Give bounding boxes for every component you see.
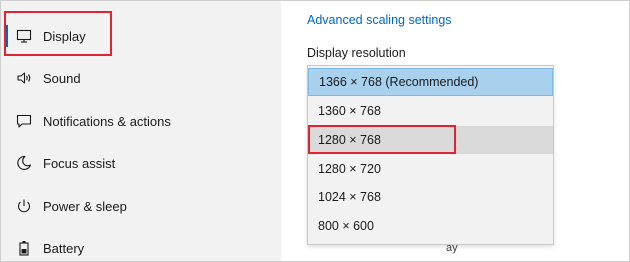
sidebar-item-notifications[interactable]: Notifications & actions <box>1 100 281 142</box>
resolution-option[interactable]: 1024 × 768 <box>308 183 553 211</box>
resolution-option[interactable]: 1280 × 720 <box>308 155 553 183</box>
sidebar-item-sound[interactable]: Sound <box>1 57 281 99</box>
advanced-scaling-link[interactable]: Advanced scaling settings <box>307 13 452 27</box>
sidebar-item-label: Notifications & actions <box>43 113 171 129</box>
display-resolution-label: Display resolution <box>307 46 406 60</box>
moon-icon <box>15 154 33 172</box>
sidebar-item-label: Power & sleep <box>43 198 127 214</box>
power-icon <box>15 197 33 215</box>
sidebar-item-focus-assist[interactable]: Focus assist <box>1 142 281 184</box>
sidebar-item-battery[interactable]: Battery <box>1 227 281 261</box>
battery-icon <box>15 239 33 257</box>
message-icon <box>15 112 33 130</box>
speaker-icon <box>15 69 33 87</box>
resolution-option[interactable]: 1360 × 768 <box>308 97 553 125</box>
sidebar-item-label: Sound <box>43 70 81 86</box>
resolution-option[interactable]: 1366 × 768 (Recommended) <box>308 68 553 96</box>
annotation-highlight-display <box>4 11 112 56</box>
sidebar: Display Sound Notifications & actions Fo… <box>1 1 281 261</box>
sidebar-item-power-sleep[interactable]: Power & sleep <box>1 185 281 227</box>
annotation-highlight-option <box>308 125 456 154</box>
sidebar-item-label: Focus assist <box>43 155 116 171</box>
resolution-option[interactable]: 800 × 600 <box>308 212 553 240</box>
sidebar-item-label: Battery <box>43 240 85 256</box>
settings-window: Display Sound Notifications & actions Fo… <box>0 0 630 262</box>
resolution-dropdown-list[interactable]: 1366 × 768 (Recommended) 1360 × 768 1280… <box>307 65 554 245</box>
partial-text: ay <box>446 242 458 254</box>
main-panel: Advanced scaling settings Display resolu… <box>281 1 629 261</box>
